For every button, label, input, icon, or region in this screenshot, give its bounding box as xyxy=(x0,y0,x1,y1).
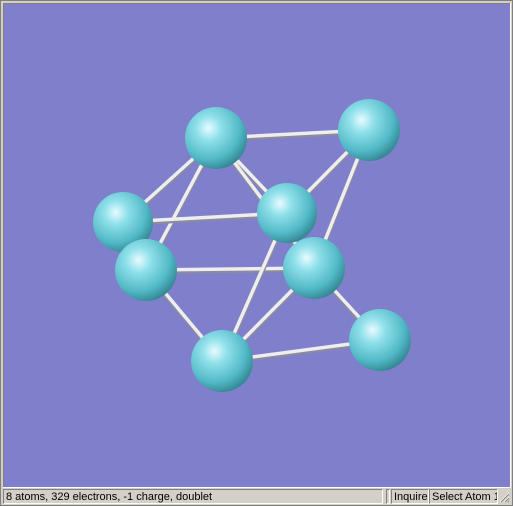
status-bar: 8 atoms, 329 electrons, -1 charge, doubl… xyxy=(3,489,510,505)
resize-grip-icon[interactable] xyxy=(498,491,510,503)
molecule-canvas[interactable] xyxy=(3,3,510,487)
atom-a2[interactable] xyxy=(338,99,400,161)
atom-a6[interactable] xyxy=(283,237,345,299)
molecule-viewport[interactable] xyxy=(3,3,511,488)
atom-a5[interactable] xyxy=(115,239,177,301)
status-divider xyxy=(386,489,390,504)
molecule-summary: 8 atoms, 329 electrons, -1 charge, doubl… xyxy=(3,489,383,504)
mode-indicator[interactable]: Inquire xyxy=(391,489,429,504)
molecule-window: 8 atoms, 329 electrons, -1 charge, doubl… xyxy=(0,0,513,506)
atom-a1[interactable] xyxy=(185,107,247,169)
atom-a4[interactable] xyxy=(257,183,317,243)
select-prompt: Select Atom 1 xyxy=(429,489,498,504)
atom-a7[interactable] xyxy=(191,330,253,392)
atom-a8[interactable] xyxy=(349,309,411,371)
atoms-layer xyxy=(93,99,411,392)
